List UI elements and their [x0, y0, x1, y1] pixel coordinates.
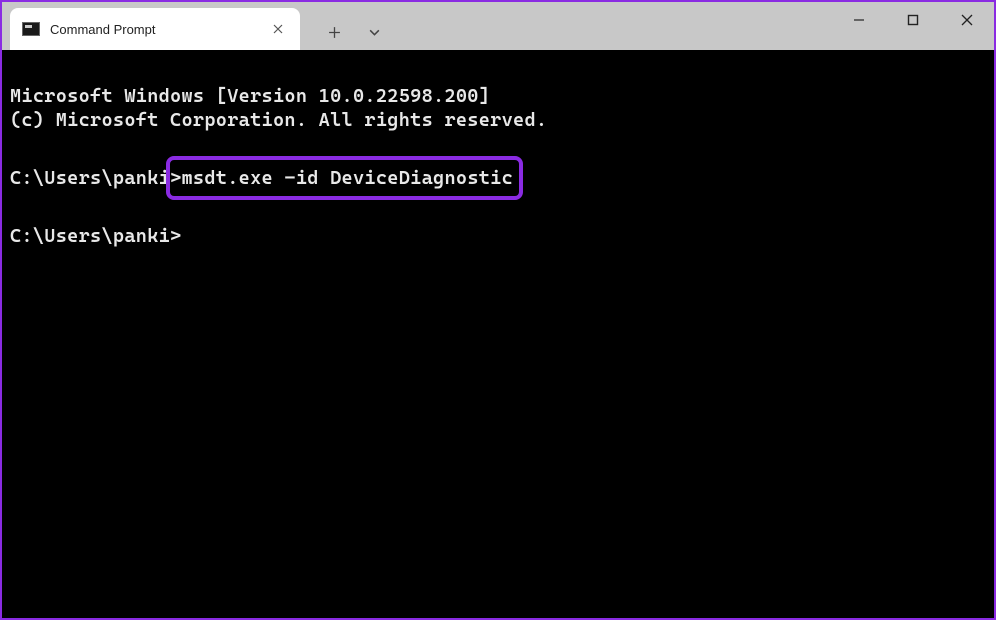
chevron-down-icon — [368, 26, 381, 39]
close-icon — [273, 24, 283, 34]
maximize-icon — [907, 14, 919, 26]
prompt-line: C:\Users\panki> — [10, 225, 182, 247]
prompt-line: C:\Users\panki>msdt.exe -id DeviceDiagno… — [10, 156, 986, 200]
highlighted-command: >msdt.exe -id DeviceDiagnostic — [166, 156, 523, 200]
command-prompt-window: Command Prompt — [2, 2, 994, 618]
new-tab-button[interactable] — [320, 18, 348, 46]
prompt-prefix: C:\Users\panki — [10, 166, 170, 190]
tab-strip: Command Prompt — [2, 2, 832, 50]
tab-command-prompt[interactable]: Command Prompt — [10, 8, 300, 50]
close-icon — [961, 14, 973, 26]
terminal-icon — [22, 22, 40, 36]
tab-actions — [300, 18, 388, 50]
minimize-icon — [853, 14, 865, 26]
tab-title: Command Prompt — [50, 22, 258, 37]
window-controls — [832, 2, 994, 50]
plus-icon — [328, 26, 341, 39]
terminal-output[interactable]: Microsoft Windows [Version 10.0.22598.20… — [2, 50, 994, 618]
command-text: >msdt.exe -id DeviceDiagnostic — [170, 167, 513, 189]
minimize-button[interactable] — [832, 2, 886, 38]
maximize-button[interactable] — [886, 2, 940, 38]
output-line: (c) Microsoft Corporation. All rights re… — [10, 109, 547, 131]
tab-dropdown-button[interactable] — [360, 18, 388, 46]
titlebar: Command Prompt — [2, 2, 994, 50]
close-button[interactable] — [940, 2, 994, 38]
tab-close-button[interactable] — [268, 19, 288, 39]
output-line: Microsoft Windows [Version 10.0.22598.20… — [10, 85, 490, 107]
